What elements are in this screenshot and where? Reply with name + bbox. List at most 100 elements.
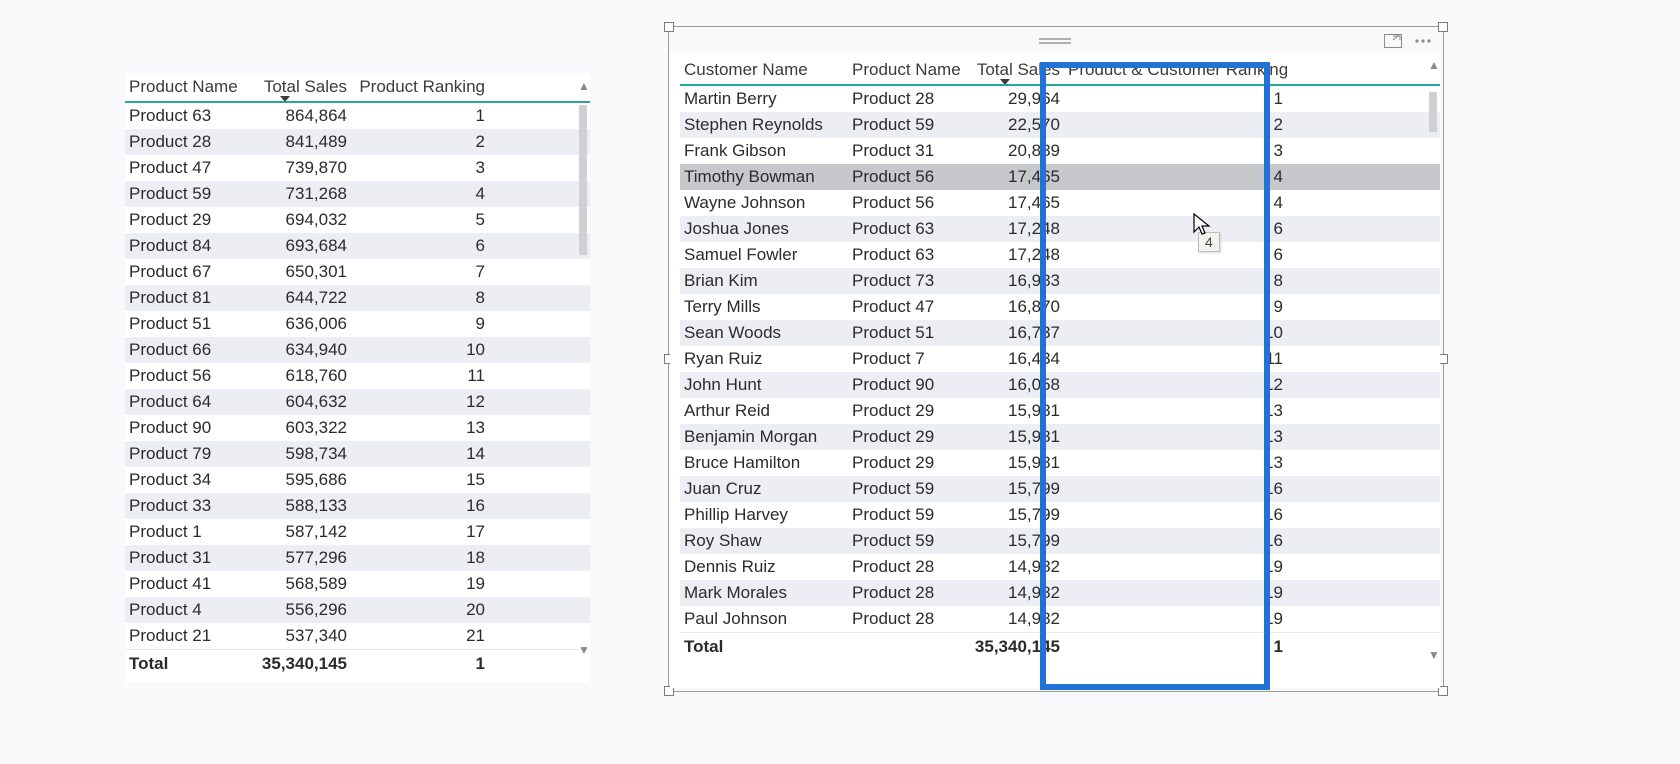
table-row[interactable]: Mark MoralesProduct 2814,98219 [680,580,1440,606]
cell-customer-name: Martin Berry [680,89,848,109]
cell-total-sales: 17,248 [968,245,1064,265]
table-row[interactable]: Product 34595,68615 [125,467,590,493]
drag-grip-icon[interactable] [1039,38,1071,46]
table-row[interactable]: Martin BerryProduct 2829,9641 [680,86,1440,112]
table-row[interactable]: Product 51636,0069 [125,311,590,337]
cell-product-customer-ranking: 6 [1064,219,1287,239]
visual-header-bar [670,28,1440,52]
column-header-product-customer-ranking[interactable]: Product & Customer Ranking [1064,60,1287,84]
table-row[interactable]: Samuel FowlerProduct 6317,2486 [680,242,1440,268]
cell-total-sales: 650,301 [248,262,351,282]
table-row[interactable]: Timothy BowmanProduct 5617,4654 [680,164,1440,190]
cell-product-name: Product 56 [848,167,968,187]
cell-total-sales: 15,981 [968,427,1064,447]
table-row[interactable]: Product 66634,94010 [125,337,590,363]
cell-total-sales: 29,964 [968,89,1064,109]
table-row[interactable]: Sean WoodsProduct 5116,73710 [680,320,1440,346]
table-row[interactable]: Product 1587,14217 [125,519,590,545]
table-row[interactable]: Product 56618,76011 [125,363,590,389]
cell-product-ranking: 19 [351,574,489,594]
table-row[interactable]: Roy ShawProduct 5915,79916 [680,528,1440,554]
table-row[interactable]: Frank GibsonProduct 3120,8893 [680,138,1440,164]
table-row[interactable]: Product 59731,2684 [125,181,590,207]
table-row[interactable]: Benjamin MorganProduct 2915,98113 [680,424,1440,450]
table-row[interactable]: Bruce HamiltonProduct 2915,98113 [680,450,1440,476]
table-body: Product 63864,8641Product 28841,4892Prod… [125,103,590,649]
table-row[interactable]: Product 64604,63212 [125,389,590,415]
cell-total-sales: 17,465 [968,167,1064,187]
cell-product-name: Product 63 [848,219,968,239]
cell-customer-name: Frank Gibson [680,141,848,161]
cell-customer-name: Benjamin Morgan [680,427,848,447]
table-row[interactable]: Arthur ReidProduct 2915,98113 [680,398,1440,424]
focus-mode-icon[interactable] [1384,34,1402,48]
table-row[interactable]: Product 4556,29620 [125,597,590,623]
cell-product-customer-ranking: 16 [1064,479,1287,499]
table-row[interactable]: Product 90603,32213 [125,415,590,441]
table-row[interactable]: Product 67650,3017 [125,259,590,285]
vertical-scrollbar[interactable]: ▲ ▼ [1426,52,1440,688]
table-row[interactable]: Joshua JonesProduct 6317,2486 [680,216,1440,242]
table-row[interactable]: Product 28841,4892 [125,129,590,155]
cell-customer-name: Sean Woods [680,323,848,343]
product-ranking-table-visual[interactable]: Product Name Total Sales Product Ranking… [125,73,590,683]
table-row[interactable]: Product 81644,7228 [125,285,590,311]
cell-product-ranking: 11 [351,366,489,386]
cell-product-customer-ranking: 16 [1064,505,1287,525]
cell-product-customer-ranking: 11 [1064,349,1287,369]
table-row[interactable]: Product 31577,29618 [125,545,590,571]
customer-product-ranking-table-visual[interactable]: Customer Name Product Name Total Sales P… [670,52,1440,688]
vertical-scrollbar[interactable]: ▲ ▼ [576,73,590,683]
cell-total-sales: 14,982 [968,583,1064,603]
cell-product-customer-ranking: 6 [1064,245,1287,265]
table-header-row: Customer Name Product Name Total Sales P… [680,52,1440,86]
table-row[interactable]: Wayne JohnsonProduct 5617,4654 [680,190,1440,216]
cell-product-name: Product 29 [848,427,968,447]
cell-product-name: Product 63 [848,245,968,265]
table-row[interactable]: Phillip HarveyProduct 5915,79916 [680,502,1440,528]
cell-product-ranking: 6 [351,236,489,256]
table-row[interactable]: Product 79598,73414 [125,441,590,467]
table-row[interactable]: Paul JohnsonProduct 2814,98219 [680,606,1440,632]
table-row[interactable]: Product 21537,34021 [125,623,590,649]
cell-total-sales: 644,722 [248,288,351,308]
cell-product-ranking: 12 [351,392,489,412]
cell-product-ranking: 21 [351,626,489,646]
cell-product-customer-ranking: 19 [1064,557,1287,577]
column-header-total-sales[interactable]: Total Sales [248,77,351,101]
table-row[interactable]: Stephen ReynoldsProduct 5922,5702 [680,112,1440,138]
table-row[interactable]: Product 84693,6846 [125,233,590,259]
column-header-total-sales[interactable]: Total Sales [968,60,1064,84]
table-row[interactable]: John HuntProduct 9016,05812 [680,372,1440,398]
cell-total-sales: 604,632 [248,392,351,412]
cell-product-ranking: 9 [351,314,489,334]
table-row[interactable]: Brian KimProduct 7316,9838 [680,268,1440,294]
footer-rank: 1 [351,654,489,674]
table-row[interactable]: Product 29694,0325 [125,207,590,233]
table-row[interactable]: Terry MillsProduct 4716,8709 [680,294,1440,320]
cell-product-ranking: 17 [351,522,489,542]
table-row[interactable]: Product 63864,8641 [125,103,590,129]
cell-total-sales: 15,981 [968,401,1064,421]
column-header-customer-name[interactable]: Customer Name [680,60,848,84]
cell-total-sales: 693,684 [248,236,351,256]
cell-product-customer-ranking: 13 [1064,401,1287,421]
table-row[interactable]: Product 33588,13316 [125,493,590,519]
table-row[interactable]: Juan CruzProduct 5915,79916 [680,476,1440,502]
cell-product-ranking: 2 [351,132,489,152]
cell-product-name: Product 41 [125,574,248,594]
table-row[interactable]: Dennis RuizProduct 2814,98219 [680,554,1440,580]
more-options-icon[interactable] [1414,34,1432,48]
column-header-product-ranking[interactable]: Product Ranking [351,77,489,101]
table-row[interactable]: Product 41568,58919 [125,571,590,597]
column-header-product-name[interactable]: Product Name [848,60,968,84]
cell-customer-name: Wayne Johnson [680,193,848,213]
table-body: Martin BerryProduct 2829,9641Stephen Rey… [680,86,1440,632]
cell-product-customer-ranking: 10 [1064,323,1287,343]
table-row[interactable]: Product 47739,8703 [125,155,590,181]
cell-product-customer-ranking: 16 [1064,531,1287,551]
cell-product-ranking: 18 [351,548,489,568]
table-row[interactable]: Ryan RuizProduct 716,43411 [680,346,1440,372]
column-header-product-name[interactable]: Product Name [125,77,248,101]
cell-customer-name: Terry Mills [680,297,848,317]
